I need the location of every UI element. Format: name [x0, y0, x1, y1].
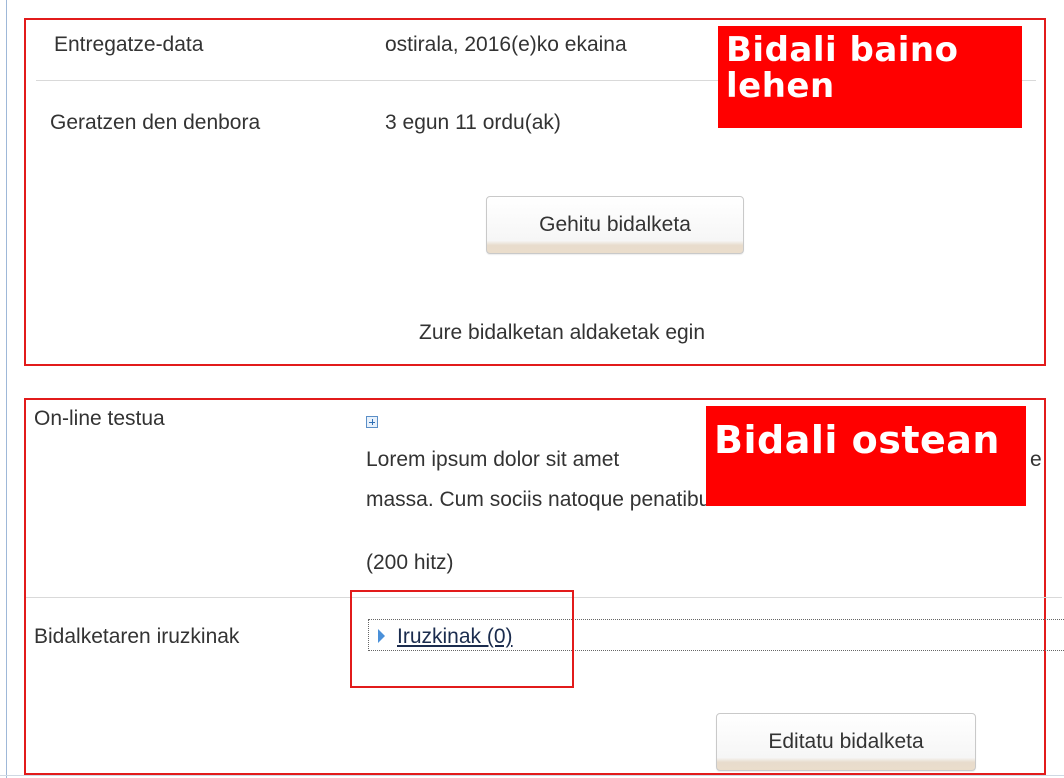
- window-left-border: [6, 0, 7, 778]
- online-text-line1-tail: e: [1030, 448, 1042, 471]
- submission-comments-label: Bidalketaren iruzkinak: [34, 625, 240, 648]
- make-changes-text: Zure bidalketan aldaketak egin: [419, 321, 706, 344]
- window-bottom-border: [0, 775, 1064, 776]
- annotation-before-line2: lehen: [726, 66, 835, 107]
- annotation-before-line1: Bidali baino: [726, 30, 959, 70]
- annotation-before-submitting: Bidali baino lehen: [718, 26, 1022, 128]
- add-submission-button[interactable]: Gehitu bidalketa: [486, 196, 744, 254]
- time-remaining-label: Geratzen den denbora: [50, 111, 261, 134]
- word-count: (200 hitz): [366, 551, 454, 574]
- edit-submission-button[interactable]: Editatu bidalketa: [716, 713, 976, 771]
- annotation-after-submitting: Bidali ostean: [706, 406, 1026, 506]
- time-remaining-value: 3 egun 11 ordu(ak): [385, 111, 561, 134]
- comments-highlight-box: [350, 590, 574, 688]
- due-date-value: ostirala, 2016(e)ko ekaina: [385, 33, 627, 56]
- plus-square-icon[interactable]: [366, 416, 378, 428]
- online-text-line1: Lorem ipsum dolor sit amet: [366, 448, 620, 471]
- online-text-label: On-line testua: [34, 407, 165, 430]
- due-date-label: Entregatze-data: [54, 33, 204, 56]
